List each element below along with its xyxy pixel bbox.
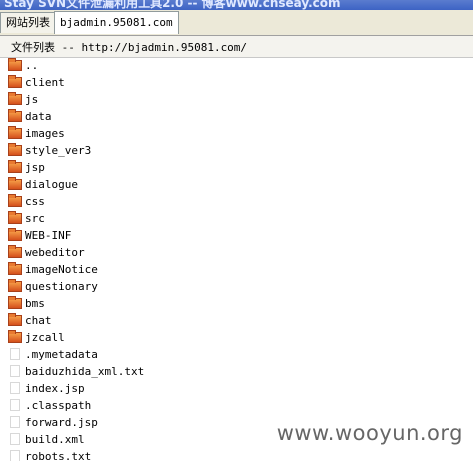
file-item[interactable]: baiduzhida_xml.txt (0, 363, 300, 380)
folder-item[interactable]: WEB-INF (0, 227, 300, 244)
folder-item[interactable]: css (0, 193, 300, 210)
file-icon (10, 365, 20, 377)
file-icon (10, 399, 20, 411)
entry-name: webeditor (25, 246, 85, 259)
file-list: .. client js data images style_ver3jsp dialogu… (0, 57, 473, 461)
folder-item[interactable]: client (0, 74, 300, 91)
folder-icon (8, 279, 22, 292)
file-icon (10, 348, 20, 360)
entry-name: questionary (25, 280, 98, 293)
folder-item[interactable]: questionary (0, 278, 300, 295)
entry-name: client (25, 76, 65, 89)
folder-item[interactable]: dialogue (0, 176, 300, 193)
folder-item[interactable]: chat (0, 312, 300, 329)
folder-icon (8, 177, 22, 190)
folder-icon (8, 330, 22, 343)
folder-item[interactable]: src (0, 210, 300, 227)
folder-item[interactable]: webeditor (0, 244, 300, 261)
folder-icon (8, 109, 22, 122)
folder-icon (8, 228, 22, 241)
entry-name: .. (25, 59, 39, 72)
entry-name: js (25, 93, 39, 106)
entry-name: data (25, 110, 52, 123)
folder-icon (8, 194, 22, 207)
folder-item[interactable]: js (0, 91, 300, 108)
file-icon (10, 382, 20, 394)
entry-name: dialogue (25, 178, 78, 191)
folder-icon (8, 160, 22, 173)
entry-name: bms (25, 297, 45, 310)
file-list-path-bar: 文件列表 -- http://bjadmin.95081.com/ (0, 36, 473, 58)
window-title: Stay SVN文件泄漏利用工具2.0 -- 博客www.cnseay.com (4, 0, 341, 10)
entry-name: src (25, 212, 45, 225)
folder-icon (8, 92, 22, 105)
file-item[interactable]: robots.txt (0, 448, 300, 461)
tab-strip: 网站列表 bjadmin.95081.com (0, 10, 473, 36)
title-bar: Stay SVN文件泄漏利用工具2.0 -- 博客www.cnseay.com (0, 0, 473, 10)
folder-item[interactable]: style_ver3 (0, 142, 300, 159)
folder-icon (8, 143, 22, 156)
entry-name: forward.jsp (25, 416, 98, 429)
folder-icon (8, 245, 22, 258)
entry-name: chat (25, 314, 52, 327)
entry-name: images (25, 127, 65, 140)
folder-icon (8, 126, 22, 139)
tab-bjadmin[interactable]: bjadmin.95081.com (54, 11, 179, 34)
folder-icon (8, 211, 22, 224)
folder-item[interactable]: images (0, 125, 300, 142)
entry-name: .classpath (25, 399, 92, 412)
folder-item[interactable]: data (0, 108, 300, 125)
entry-name: imageNotice (25, 263, 98, 276)
entry-name: css (25, 195, 45, 208)
tab-site-list[interactable]: 网站列表 (0, 12, 56, 33)
folder-icon (8, 58, 22, 71)
file-icon (10, 416, 20, 428)
entry-name: WEB-INF (25, 229, 72, 242)
entry-name: robots.txt (25, 450, 92, 461)
folder-item[interactable]: jzcall (0, 329, 300, 346)
entry-name: build.xml (25, 433, 85, 446)
file-item[interactable]: .mymetadata (0, 346, 300, 363)
folder-icon (8, 262, 22, 275)
entry-name: jsp (25, 161, 45, 174)
file-icon (10, 433, 20, 445)
entry-name: index.jsp (25, 382, 85, 395)
entry-name: baiduzhida_xml.txt (25, 365, 145, 378)
file-item[interactable]: forward.jsp (0, 414, 300, 431)
folder-item[interactable]: imageNotice (0, 261, 300, 278)
file-icon (10, 450, 20, 461)
folder-item[interactable]: bms (0, 295, 300, 312)
folder-icon (8, 313, 22, 326)
file-item[interactable]: .classpath (0, 397, 300, 414)
folder-item[interactable]: .. (0, 57, 300, 74)
file-item[interactable]: index.jsp (0, 380, 300, 397)
folder-item[interactable]: jsp (0, 159, 300, 176)
entry-name: style_ver3 (25, 144, 92, 157)
file-list-path-label: 文件列表 -- http://bjadmin.95081.com/ (11, 41, 248, 54)
entry-name: .mymetadata (25, 348, 98, 361)
watermark: www.wooyun.org (276, 421, 463, 445)
folder-icon (8, 75, 22, 88)
entry-name: jzcall (25, 331, 65, 344)
file-item[interactable]: build.xml (0, 431, 300, 448)
folder-icon (8, 296, 22, 309)
